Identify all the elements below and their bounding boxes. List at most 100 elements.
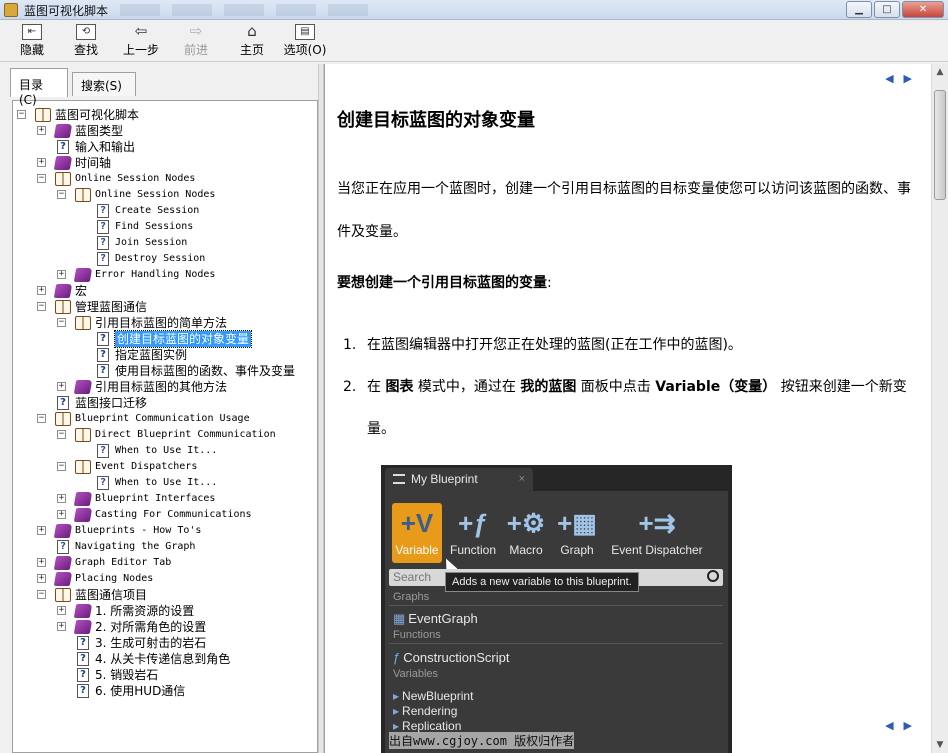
tree-item[interactable]: ? 3. 生成可射击的岩石 (57, 635, 317, 651)
help-page-icon: ? (97, 332, 109, 346)
tree-item[interactable]: +2. 对所需角色的设置 (57, 619, 317, 635)
tree-item[interactable]: − Online Session Nodes (37, 171, 317, 187)
expand-icon[interactable]: + (37, 526, 46, 535)
tree-item[interactable]: − Blueprint Communication Usage (37, 411, 317, 427)
tree-item[interactable]: ? 蓝图接口迁移 (37, 395, 317, 411)
tree-item[interactable]: ? When to Use It... (77, 443, 317, 459)
content-scrollbar[interactable]: ▲ ▼ (931, 64, 948, 753)
divider (389, 605, 723, 606)
ue-item-construction: ƒ ConstructionScript (393, 650, 510, 665)
tree-item[interactable]: +1. 所需资源的设置 (57, 603, 317, 619)
help-page-icon: ? (97, 252, 109, 266)
tree-item[interactable]: − Direct Blueprint Communication (57, 427, 317, 443)
collapse-icon[interactable]: − (37, 302, 46, 311)
tree-item[interactable]: ? Join Session (77, 235, 317, 251)
tree-item-label: Online Session Nodes (75, 173, 196, 184)
expand-icon[interactable]: + (57, 270, 66, 279)
home-button[interactable]: ⌂ 主页 (232, 22, 272, 60)
tree-item[interactable]: + 宏 (37, 283, 317, 299)
collapse-icon[interactable]: − (57, 190, 66, 199)
expand-icon[interactable]: + (37, 158, 46, 167)
tree-item[interactable]: ? 创建目标蓝图的对象变量 (77, 330, 317, 348)
back-button[interactable]: ⇦ 上一步 (118, 22, 164, 60)
collapse-icon[interactable]: − (57, 318, 66, 327)
expand-icon[interactable]: + (57, 494, 66, 503)
tree-item[interactable]: − Online Session Nodes (57, 187, 317, 203)
expand-icon[interactable]: + (37, 558, 46, 567)
scroll-down-icon[interactable]: ▼ (932, 737, 948, 753)
add-macro-icon: +⚙ (506, 508, 546, 538)
tab-search[interactable]: 搜索(S) (72, 72, 136, 96)
prev-topic-icon[interactable]: ◀ (885, 719, 903, 732)
tree-item[interactable]: ? Find Sessions (77, 219, 317, 235)
tree-item[interactable]: + Error Handling Nodes (57, 267, 317, 283)
tree-item[interactable]: ? 6. 使用HUD通信 (57, 683, 317, 699)
tree-item[interactable]: − 管理蓝图通信 (37, 299, 317, 315)
tree-item[interactable]: − 引用目标蓝图的简单方法 (57, 315, 317, 331)
open-book-icon (75, 460, 91, 474)
expand-icon[interactable]: + (37, 286, 46, 295)
help-page-icon: ? (57, 140, 69, 154)
options-button[interactable]: ▤ 选项(O) (282, 22, 328, 60)
tree-item-label: When to Use It... (115, 477, 218, 488)
scroll-up-icon[interactable]: ▲ (932, 64, 948, 80)
closed-book-icon (53, 124, 73, 138)
tree-item-label: When to Use It... (115, 445, 218, 456)
contents-tree: − 蓝图可视化脚本 + 蓝图类型? 输入和输出 + 时间轴 − Online Session N… (12, 100, 318, 753)
tree-item[interactable]: ? 5. 销毁岩石 (57, 667, 317, 683)
expand-icon[interactable]: + (57, 606, 66, 615)
minimize-button[interactable]: ▁ (846, 1, 872, 18)
tab-contents[interactable]: 目录(C) (10, 68, 68, 107)
tree-item[interactable]: + 引用目标蓝图的其他方法 (57, 379, 317, 395)
expand-icon[interactable]: + (57, 510, 66, 519)
expand-icon[interactable]: + (37, 574, 46, 583)
article-title: 创建目标蓝图的对象变量 (337, 110, 535, 131)
tree-item-label: 管理蓝图通信 (75, 300, 148, 314)
help-page-icon: ? (57, 540, 69, 554)
tree-item[interactable]: ? 使用目标蓝图的函数、事件及变量 (77, 363, 317, 379)
tree-item[interactable]: ? When to Use It... (77, 475, 317, 491)
locate-button[interactable]: ⟲ 查找 (66, 22, 106, 60)
tree-item[interactable]: + Placing Nodes (37, 571, 317, 587)
collapse-icon[interactable]: − (37, 174, 46, 183)
closed-book-icon (73, 380, 93, 394)
tree-item[interactable]: + Graph Editor Tab (37, 555, 317, 571)
hide-button[interactable]: ⇤ 隐藏 (12, 22, 52, 60)
expand-icon[interactable]: + (57, 382, 66, 391)
collapse-icon[interactable]: − (37, 414, 46, 423)
tree-item[interactable]: ? 输入和输出 (37, 139, 317, 155)
prev-topic-icon[interactable]: ◀ (885, 72, 903, 85)
expand-icon[interactable]: + (37, 126, 46, 135)
tree-item[interactable]: ? Destroy Session (77, 251, 317, 267)
ue-var-item: ▸ NewBlueprint (393, 689, 474, 703)
tree-item-label: Blueprint Communication Usage (75, 413, 250, 424)
tree-item[interactable]: − 蓝图可视化脚本 (17, 107, 307, 123)
collapse-icon[interactable]: − (17, 110, 26, 119)
tree-item[interactable]: + Blueprints - How To's (37, 523, 317, 539)
tree-item[interactable]: ? 指定蓝图实例 (77, 347, 317, 363)
tree-item-label: Blueprints - How To's (75, 525, 202, 536)
tree-item[interactable]: + Blueprint Interfaces (57, 491, 317, 507)
tree-item[interactable]: + Casting For Communications (57, 507, 317, 523)
close-button[interactable]: ✕ (902, 1, 944, 18)
tree-item[interactable]: ? Navigating the Graph (37, 539, 317, 555)
locate-icon: ⟲ (66, 22, 106, 40)
tree-item[interactable]: + 时间轴 (37, 155, 317, 171)
tree-item[interactable]: − 蓝图通信项目 (37, 587, 317, 603)
next-topic-icon[interactable]: ▶ (904, 72, 922, 85)
expand-icon[interactable]: + (57, 622, 66, 631)
add-variable-icon: +V (400, 508, 434, 538)
collapse-icon[interactable]: − (57, 462, 66, 471)
tree-item[interactable]: ? 4. 从关卡传递信息到角色 (57, 651, 317, 667)
collapse-icon[interactable]: − (37, 590, 46, 599)
search-icon (707, 570, 719, 582)
collapse-icon[interactable]: − (57, 430, 66, 439)
forward-button[interactable]: ⇨ 前进 (176, 22, 216, 60)
tree-item[interactable]: ? Create Session (77, 203, 317, 219)
tree-item[interactable]: − Event Dispatchers (57, 459, 317, 475)
next-topic-icon[interactable]: ▶ (904, 719, 922, 732)
tree-item-label: 蓝图接口迁移 (75, 396, 148, 410)
tree-item[interactable]: + 蓝图类型 (37, 123, 317, 139)
scroll-thumb[interactable] (934, 90, 946, 200)
maximize-button[interactable]: □ (874, 1, 900, 18)
